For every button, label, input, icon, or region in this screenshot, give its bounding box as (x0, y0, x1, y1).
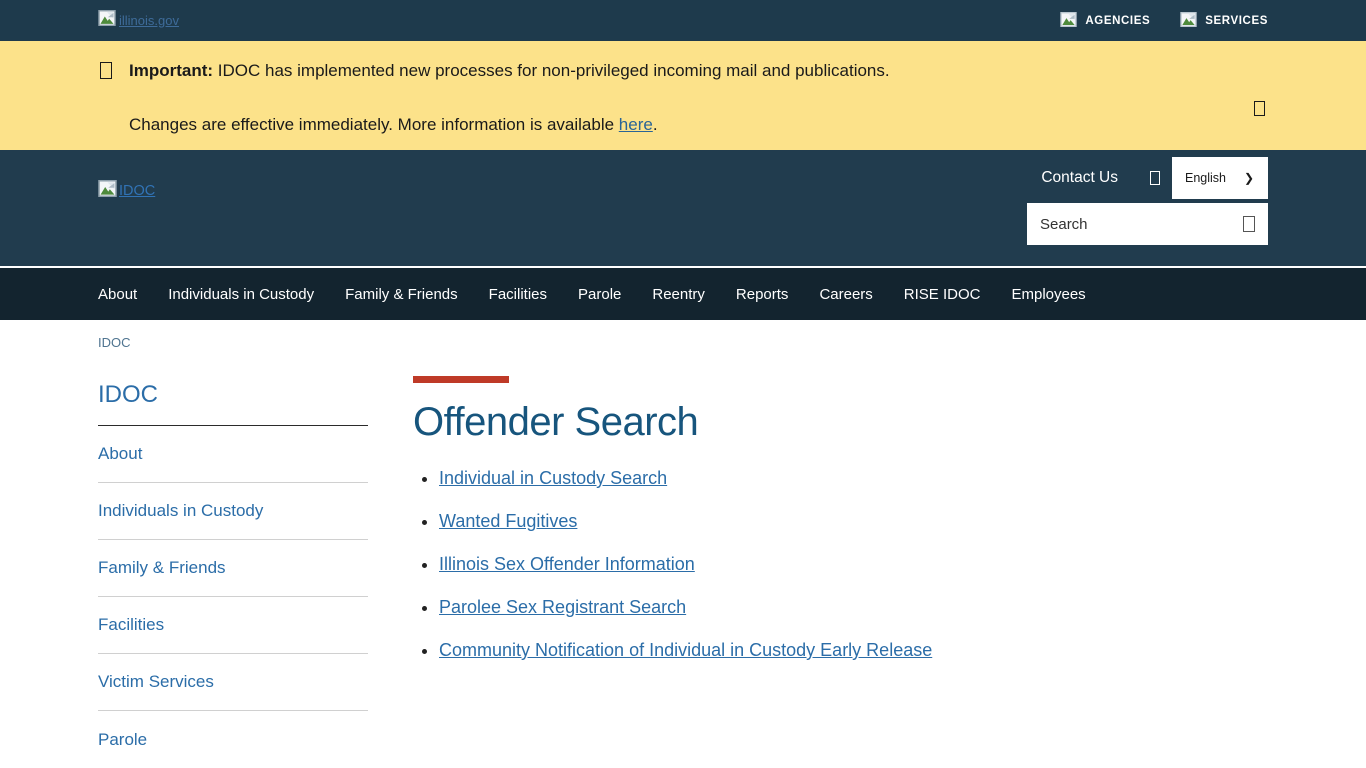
chevron-right-icon: ❯ (1244, 171, 1254, 185)
breadcrumb: IDOC (0, 320, 1366, 352)
contact-us-link[interactable]: Contact Us (1041, 169, 1118, 187)
nav-item-employees[interactable]: Employees (1011, 286, 1085, 303)
parolee-sex-registrant-search-link[interactable]: Parolee Sex Registrant Search (439, 597, 686, 617)
list-item: Community Notification of Individual in … (439, 640, 932, 661)
globe-icon[interactable] (1150, 171, 1160, 185)
alert-line2: Changes are effective immediately. More … (129, 114, 890, 135)
broken-image-icon (1060, 12, 1077, 30)
agencies-link[interactable]: AGENCIES (1060, 12, 1150, 30)
individual-in-custody-search-link[interactable]: Individual in Custody Search (439, 468, 667, 488)
nav-item-reentry[interactable]: Reentry (652, 286, 705, 303)
topbar-links: AGENCIES SERVICES (1060, 12, 1268, 30)
illinois-sex-offender-information-link[interactable]: Illinois Sex Offender Information (439, 554, 695, 574)
nav-item-careers[interactable]: Careers (819, 286, 872, 303)
wanted-fugitives-link[interactable]: Wanted Fugitives (439, 511, 577, 531)
illinois-gov-logo-link[interactable]: illinois.gov (98, 10, 179, 31)
idoc-logo-link[interactable]: IDOC (98, 180, 155, 202)
sidebar-item-family-friends[interactable]: Family & Friends (98, 540, 368, 597)
list-item: Illinois Sex Offender Information (439, 554, 932, 575)
sidebar-nav: IDOC About Individuals in Custody Family… (98, 381, 368, 768)
agencies-label: AGENCIES (1085, 15, 1150, 27)
search-input[interactable] (1040, 216, 1243, 233)
alert-line1: Important: IDOC has implemented new proc… (129, 60, 890, 81)
idoc-alt-text: IDOC (119, 183, 155, 199)
nav-item-about[interactable]: About (98, 286, 137, 303)
broken-image-icon (98, 180, 117, 202)
nav-item-individuals-in-custody[interactable]: Individuals in Custody (168, 286, 314, 303)
community-notification-early-release-link[interactable]: Community Notification of Individual in … (439, 640, 932, 660)
nav-item-family-friends[interactable]: Family & Friends (345, 286, 458, 303)
alert-icon (100, 62, 112, 79)
page-title: Offender Search (413, 400, 932, 445)
list-item: Individual in Custody Search (439, 468, 932, 489)
nav-item-facilities[interactable]: Facilities (489, 286, 547, 303)
sidebar-item-parole[interactable]: Parole (98, 711, 368, 768)
language-label: English (1185, 171, 1226, 185)
alert-banner: Important: IDOC has implemented new proc… (0, 41, 1366, 150)
header-tools-row: Contact Us English ❯ (1041, 157, 1268, 199)
broken-image-icon (1180, 12, 1197, 30)
nav-item-parole[interactable]: Parole (578, 286, 621, 303)
alert-important-label: Important: (129, 61, 213, 80)
more-information-link[interactable]: here (619, 115, 653, 134)
offender-search-links: Individual in Custody Search Wanted Fugi… (413, 468, 932, 661)
broken-image-icon (98, 10, 116, 31)
breadcrumb-idoc[interactable]: IDOC (98, 335, 131, 350)
services-label: SERVICES (1205, 15, 1268, 27)
sidebar-item-facilities[interactable]: Facilities (98, 597, 368, 654)
illinois-gov-alt-text: illinois.gov (119, 13, 179, 28)
language-selector[interactable]: English ❯ (1172, 157, 1268, 199)
list-item: Wanted Fugitives (439, 511, 932, 532)
search-box (1027, 203, 1268, 245)
list-item: Parolee Sex Registrant Search (439, 597, 932, 618)
main-content: Offender Search Individual in Custody Se… (413, 376, 932, 683)
top-utility-bar: illinois.gov AGENCIES (0, 0, 1366, 41)
sidebar-item-victim-services[interactable]: Victim Services (98, 654, 368, 711)
primary-nav: About Individuals in Custody Family & Fr… (0, 266, 1366, 320)
nav-item-reports[interactable]: Reports (736, 286, 789, 303)
header-right-tools: Contact Us English ❯ (1027, 157, 1268, 245)
title-accent-bar (413, 376, 509, 383)
services-link[interactable]: SERVICES (1180, 12, 1268, 30)
sidebar-item-idoc[interactable]: IDOC (98, 381, 368, 426)
nav-item-rise-idoc[interactable]: RISE IDOC (904, 286, 981, 303)
alert-close-icon[interactable] (1254, 101, 1265, 116)
alert-message: Important: IDOC has implemented new proc… (129, 60, 890, 135)
content-area: IDOC About Individuals in Custody Family… (0, 352, 1366, 768)
site-header: IDOC Contact Us English ❯ (0, 150, 1366, 266)
sidebar-item-individuals-in-custody[interactable]: Individuals in Custody (98, 483, 368, 540)
search-icon[interactable] (1243, 216, 1255, 232)
alert-row: Important: IDOC has implemented new proc… (100, 60, 1226, 135)
sidebar-item-about[interactable]: About (98, 426, 368, 483)
